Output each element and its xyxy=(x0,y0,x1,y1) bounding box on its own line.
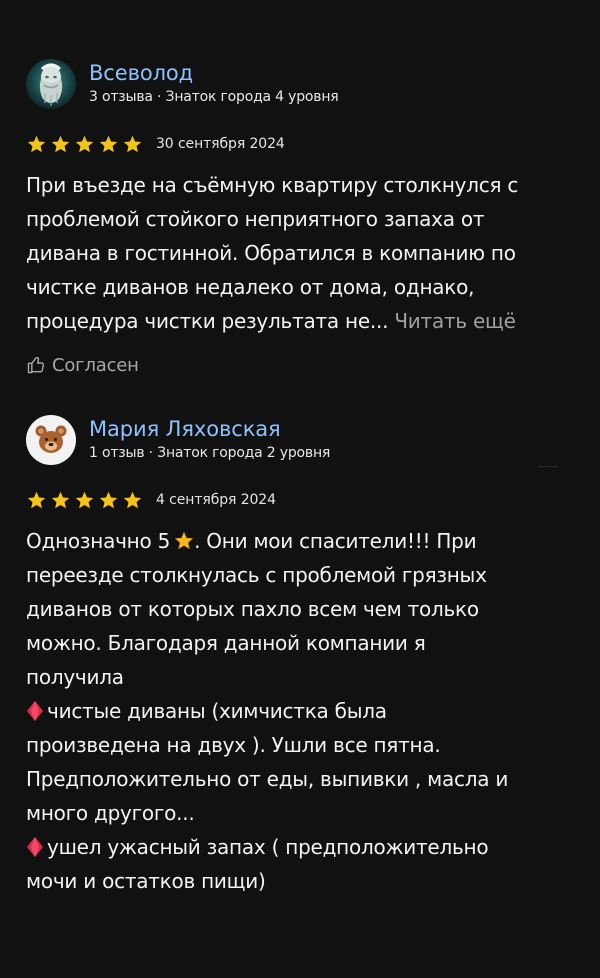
review-text: При въезде на съёмную квартиру столкнулс… xyxy=(26,168,576,338)
review-text-first-line: Однозначно 5 . Они мои спасители!!! При xyxy=(26,524,576,558)
review-date: 30 сентября 2024 xyxy=(156,136,285,152)
review-text-line: переезде столкнулась с проблемой грязных xyxy=(26,563,487,587)
star-emoji-icon xyxy=(174,531,194,550)
review-header: Мария Ляховская 1 отзыв · Знаток города … xyxy=(26,414,574,472)
author-stats: 1 отзыв · Знаток города 2 уровня xyxy=(89,445,331,461)
review-text-line: Однозначно 5 xyxy=(26,529,171,553)
review-card: Всеволод 3 отзыва · Знаток города 4 уров… xyxy=(26,58,574,380)
user-meta: Всеволод 3 отзыва · Знаток города 4 уров… xyxy=(89,58,339,107)
review-date: 4 сентября 2024 xyxy=(156,492,276,508)
review-text-line: получила xyxy=(26,665,124,689)
review-text-line: много другого... xyxy=(26,801,195,825)
review-text-line: мочи и остатков пищи) xyxy=(26,869,266,893)
agree-label: Согласен xyxy=(52,354,139,376)
red-gem-icon xyxy=(27,837,43,857)
user-meta: Мария Ляховская 1 отзыв · Знаток города … xyxy=(89,414,330,463)
star-icon xyxy=(75,491,94,508)
review-text-line: ушел ужасный запах ( предположительно xyxy=(47,835,489,859)
star-icon xyxy=(99,491,118,508)
review-text-line: . Они мои спасители!!! При xyxy=(194,529,477,553)
read-more-link[interactable]: Читать ещё xyxy=(394,309,516,333)
review-text-last-line: процедура чистки результата не... Читать… xyxy=(26,304,576,338)
star-rating xyxy=(26,490,146,511)
star-icon xyxy=(123,491,142,508)
star-icon xyxy=(99,135,118,152)
review-text-line: При въезде на съёмную квартиру столкнулс… xyxy=(26,173,519,197)
thumbs-up-icon xyxy=(27,356,45,374)
star-icon xyxy=(51,135,70,152)
agree-button[interactable]: Согласен xyxy=(26,350,574,380)
star-icon xyxy=(123,135,142,152)
review-card: Мария Ляховская 1 отзыв · Знаток города … xyxy=(26,414,574,898)
review-text-line: произведена на двух ). Ушли все пятна. xyxy=(26,733,441,757)
review-text: Однозначно 5 . Они мои спасители!!! При п… xyxy=(26,524,576,898)
star-rating xyxy=(26,134,146,155)
review-text-line: процедура чистки результата не... xyxy=(26,309,389,333)
review-text-line: Предположительно от еды, выпивки , масла… xyxy=(26,767,509,791)
bear-avatar-icon[interactable] xyxy=(26,415,76,465)
review-text-bullet-line: ушел ужасный запах ( предположительно xyxy=(26,830,576,864)
review-text-line: проблемой стойкого неприятного запаха от xyxy=(26,207,485,231)
review-text-line: можно. Благодаря данной компании я xyxy=(26,631,426,655)
rating-row: 30 сентября 2024 xyxy=(26,126,574,162)
review-text-line: дивана в гостинной. Обратился в компанию… xyxy=(26,241,516,265)
statue-avatar-icon[interactable] xyxy=(26,59,76,109)
red-gem-icon xyxy=(27,701,43,721)
author-stats: 3 отзыва · Знаток города 4 уровня xyxy=(89,89,339,105)
review-text-bullet-line: чистые диваны (химчистка была xyxy=(26,694,576,728)
author-name[interactable]: Мария Ляховская xyxy=(89,416,330,442)
star-icon xyxy=(27,135,46,152)
review-header: Всеволод 3 отзыва · Знаток города 4 уров… xyxy=(26,58,574,116)
star-icon xyxy=(27,491,46,508)
rating-row: 4 сентября 2024 xyxy=(26,482,574,518)
review-text-line: диванов от которых пахло всем чем только xyxy=(26,597,479,621)
star-icon xyxy=(75,135,94,152)
review-text-line: чистке диванов недалеко от дома, однако, xyxy=(26,275,475,299)
author-name[interactable]: Всеволод xyxy=(89,60,339,86)
review-text-line: чистые диваны (химчистка была xyxy=(47,699,387,723)
star-icon xyxy=(51,491,70,508)
